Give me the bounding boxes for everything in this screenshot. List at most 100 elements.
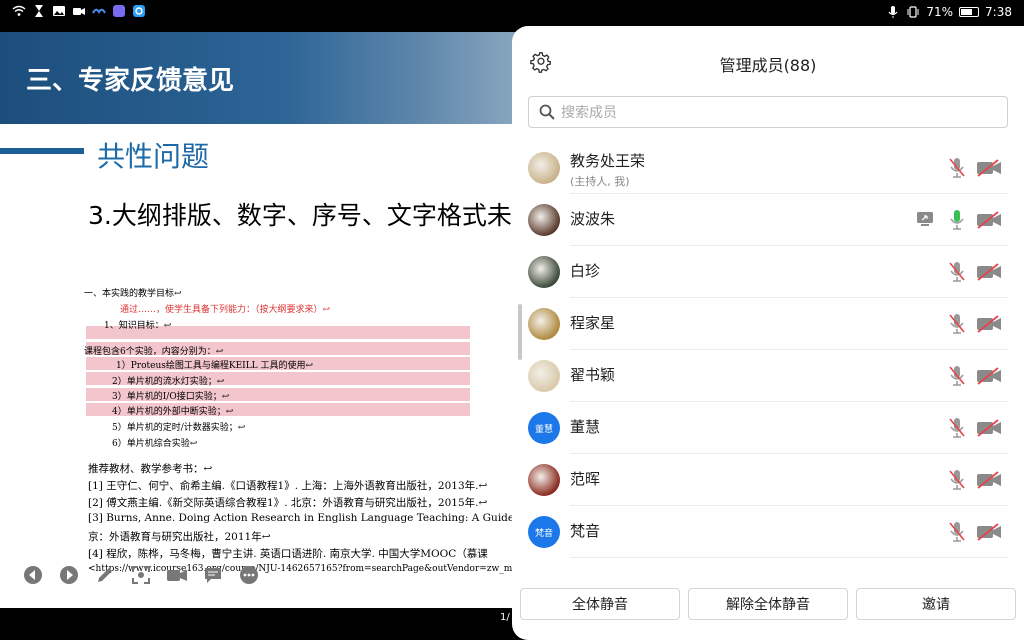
doc-line: [4] 程欣，陈桦，马冬梅，曹宁主讲. 英语口语进阶. 南京大学. 中国大学MO… (88, 548, 488, 560)
avatar (528, 152, 560, 184)
member-name: 程家星 (570, 314, 616, 332)
video-button[interactable] (166, 564, 188, 586)
microphone-icon[interactable] (948, 313, 966, 335)
camera-off-icon[interactable] (976, 470, 1002, 490)
microphone-icon[interactable] (948, 417, 966, 439)
microphone-icon[interactable] (948, 261, 966, 283)
status-icons-right: 71% 7:38 (886, 5, 1012, 19)
screenshot-icon (132, 566, 150, 584)
microphone-icon[interactable] (948, 365, 966, 387)
member-row[interactable]: 白珍 (512, 246, 1024, 298)
doc-line: 1）Proteus绘图工具与编程KEILL 工具的使用↩ (116, 361, 314, 371)
member-role: (主持人, 我) (570, 175, 630, 188)
member-row[interactable]: 波波朱 (512, 194, 1024, 246)
member-row[interactable]: 董慧 董慧 (512, 402, 1024, 454)
doc-line: 5）单片机的定时/计数器实验；↩ (112, 423, 246, 433)
panel-title: 管理成员(88) (719, 56, 817, 75)
slide-subtitle: 共性问题 (97, 140, 210, 173)
member-row[interactable]: 程家星 (512, 298, 1024, 350)
doc-line: 京：外语教育与研究出版社，2011年↩ (88, 531, 271, 543)
member-row[interactable]: 翟书颖 (512, 350, 1024, 402)
annotate-button[interactable] (94, 564, 116, 586)
member-panel: 管理成员(88) 搜索成员 教务处王荣 (主持人, 我) 波波朱白珍程家星翟书颖董慧… (512, 26, 1024, 640)
clock: 7:38 (985, 5, 1012, 19)
battery-percent: 71% (926, 5, 954, 19)
pencil-icon (98, 568, 112, 582)
invite-button[interactable]: 邀请 (856, 588, 1016, 620)
app-store-icon (113, 5, 125, 17)
member-row[interactable]: 教务处王荣 (主持人, 我) (512, 142, 1024, 194)
microphone-icon[interactable] (948, 469, 966, 491)
hourglass-icon (35, 5, 43, 17)
slide-accent-bar (0, 148, 84, 154)
row-divider (570, 557, 1008, 558)
member-name: 董慧 (570, 418, 601, 436)
presentation-toolbar (22, 564, 260, 586)
camera-off-icon[interactable] (976, 158, 1002, 178)
member-name: 梵音 (570, 522, 601, 540)
next-slide-button[interactable] (58, 564, 80, 586)
camera-off-icon[interactable] (976, 522, 1002, 542)
microphone-icon (888, 6, 898, 18)
doc-line: [3] Burns, Anne. Doing Action Research i… (88, 512, 520, 524)
avatar (528, 204, 560, 236)
screen-share-icon[interactable] (916, 211, 934, 227)
member-name: 教务处王荣 (570, 152, 646, 170)
next-icon (60, 566, 78, 584)
screenshot-button[interactable] (130, 564, 152, 586)
search-icon (539, 104, 555, 120)
camera-icon (167, 570, 187, 581)
avatar (528, 256, 560, 288)
status-bar: 71% 7:38 (0, 0, 1024, 24)
avatar: 董慧 (528, 412, 560, 444)
shared-slide: 三、专家反馈意见 共性问题 3.大纲排版、数字、序号、文字格式未 一、本实践的教… (0, 32, 520, 608)
member-row[interactable]: 范晖 (512, 454, 1024, 506)
avatar (528, 360, 560, 392)
vibrate-icon (907, 6, 919, 18)
camera-off-icon[interactable] (976, 314, 1002, 334)
microphone-icon[interactable] (948, 209, 966, 231)
doc-line: 课程包含6个实验，内容分别为：↩ (84, 347, 224, 357)
panel-footer: 全体静音 解除全体静音 邀请 (512, 588, 1024, 620)
meeting-app-icon (133, 5, 145, 17)
doc-line: [1] 王守仁、何宁、俞希主编.《口语教程1》. 上海：上海外语教育出版社，20… (88, 480, 488, 492)
more-button[interactable] (238, 564, 260, 586)
more-icon (240, 566, 258, 584)
camera-off-icon[interactable] (976, 418, 1002, 438)
unmute-all-button[interactable]: 解除全体静音 (688, 588, 848, 620)
panel-header: 管理成员(88) (512, 26, 1024, 96)
slide-banner-title: 三、专家反馈意见 (26, 66, 235, 96)
camera-off-icon[interactable] (976, 262, 1002, 282)
doc-line: 2）单片机的流水灯实验；↩ (112, 377, 225, 387)
doc-line: 通过……，使学生具备下列能力：（按大纲要求来）↩ (120, 305, 331, 315)
doc-line: 6）单片机综合实验↩ (112, 439, 198, 449)
member-name: 波波朱 (570, 210, 616, 228)
search-placeholder: 搜索成员 (561, 105, 617, 121)
doc-line: 推荐教材、教学参考书：↩ (88, 463, 213, 475)
doc-line: 1、知识目标：↩ (104, 321, 172, 331)
avatar (528, 308, 560, 340)
previous-icon (24, 566, 42, 584)
video-icon (73, 8, 85, 15)
previous-slide-button[interactable] (22, 564, 44, 586)
doc-line: 3）单片机的I/O接口实验；↩ (112, 392, 230, 402)
camera-off-icon[interactable] (976, 366, 1002, 386)
microphone-icon[interactable] (948, 157, 966, 179)
gallery-icon (53, 6, 65, 16)
doc-line: [2] 傅文燕主编.《新交际英语综合教程1》. 北京：外语教育与研究出版社，20… (88, 497, 488, 509)
app-icon (92, 8, 106, 14)
microphone-icon[interactable] (948, 521, 966, 543)
camera-off-icon[interactable] (976, 210, 1002, 230)
avatar (528, 464, 560, 496)
doc-line: 一、本实践的教学目标↩ (84, 289, 182, 299)
chat-icon (205, 568, 221, 583)
avatar: 梵音 (528, 516, 560, 548)
member-name: 翟书颖 (570, 366, 616, 384)
slide-banner: 三、专家反馈意见 (0, 32, 520, 124)
member-row[interactable]: 梵音 梵音 (512, 506, 1024, 558)
scrollbar[interactable] (518, 304, 522, 360)
search-input[interactable]: 搜索成员 (528, 96, 1008, 128)
mute-all-button[interactable]: 全体静音 (520, 588, 680, 620)
battery-icon (959, 7, 980, 17)
chat-button[interactable] (202, 564, 224, 586)
